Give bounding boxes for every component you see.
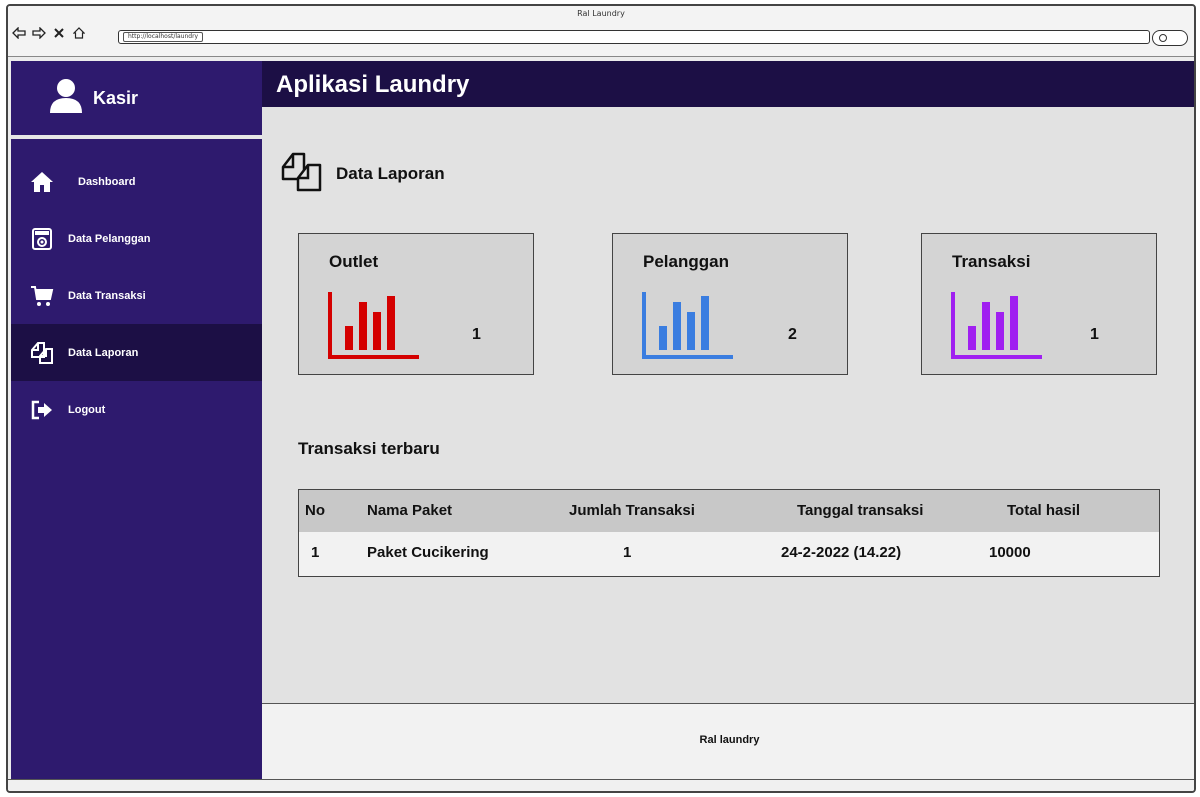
recent-transactions-title: Transaksi terbaru xyxy=(298,439,440,458)
sidebar-item-label: Dashboard xyxy=(78,175,136,188)
browser-chrome: Ral Laundry http://localhost/laundry xyxy=(8,6,1194,57)
url-text: http://localhost/laundry xyxy=(123,32,204,42)
sidebar-item-label: Data Transaksi xyxy=(68,289,146,302)
main-content: Data Laporan Outlet 1 Pelanggan 2 Transa… xyxy=(262,107,1194,703)
bar-chart-icon xyxy=(327,290,423,364)
home-page-icon[interactable] xyxy=(72,26,86,40)
table-header: No Nama Paket Jumlah Transaksi Tanggal t… xyxy=(299,490,1159,532)
page-footer: Ral laundry xyxy=(262,703,1194,779)
stat-card-pelanggan[interactable]: Pelanggan 2 xyxy=(612,233,848,375)
column-header-no: No xyxy=(305,502,325,519)
report-icon xyxy=(280,151,324,197)
stat-card-transaksi[interactable]: Transaksi 1 xyxy=(921,233,1157,375)
top-header: Aplikasi Laundry xyxy=(262,61,1194,107)
browser-window: Ral Laundry http://localhost/laundry Kas… xyxy=(6,4,1196,793)
stat-card-label: Transaksi xyxy=(952,252,1031,271)
column-header-tanggal-transaksi: Tanggal transaksi xyxy=(797,502,924,519)
sidebar-item-label: Logout xyxy=(68,403,106,416)
sidebar-divider xyxy=(11,135,262,139)
stat-card-count: 1 xyxy=(472,326,481,343)
url-bar[interactable]: http://localhost/laundry xyxy=(118,30,1150,44)
cart-icon xyxy=(30,284,54,308)
section-title-text: Data Laporan xyxy=(336,164,445,183)
sidebar-item-label: Data Pelanggan xyxy=(68,232,151,245)
footer-text: Ral laundry xyxy=(699,734,760,746)
table-cell-tanggal: 24-2-2022 (14.22) xyxy=(781,544,902,561)
user-avatar-icon xyxy=(49,78,83,118)
sidebar-item-label: Data Laporan xyxy=(68,346,139,359)
column-header-total-hasil: Total hasil xyxy=(1007,502,1081,519)
logout-icon xyxy=(30,398,54,422)
sidebar-item-data-pelanggan[interactable]: Data Pelanggan xyxy=(11,210,262,267)
user-profile: Kasir xyxy=(11,61,262,135)
page-title: Data Laporan xyxy=(280,151,445,197)
stat-card-count: 2 xyxy=(788,326,797,343)
sidebar-menu: Dashboard Data Pelanggan Data Transaksi … xyxy=(11,153,262,438)
stat-card-label: Pelanggan xyxy=(643,252,729,271)
sidebar-item-data-laporan[interactable]: Data Laporan xyxy=(11,324,262,381)
app-title: Aplikasi Laundry xyxy=(276,71,470,98)
bar-chart-icon xyxy=(950,290,1046,364)
table-cell-no: 1 xyxy=(311,544,320,561)
sidebar: Kasir Dashboard Data Pelanggan Data Tran… xyxy=(11,61,262,779)
sidebar-item-data-transaksi[interactable]: Data Transaksi xyxy=(11,267,262,324)
table-row[interactable]: 1 Paket Cucikering 1 24-2-2022 (14.22) 1… xyxy=(299,532,1159,576)
stat-card-outlet[interactable]: Outlet 1 xyxy=(298,233,534,375)
browser-nav xyxy=(12,26,86,40)
table-cell-jumlah: 1 xyxy=(623,544,632,561)
stat-card-label: Outlet xyxy=(329,252,379,271)
search-icon[interactable] xyxy=(1152,30,1188,46)
column-header-nama-paket: Nama Paket xyxy=(367,502,453,519)
stat-card-count: 1 xyxy=(1090,326,1099,343)
customer-badge-icon xyxy=(30,227,54,251)
table-cell-nama-paket: Paket Cucikering xyxy=(367,544,489,561)
back-arrow-icon[interactable] xyxy=(12,26,26,40)
report-icon xyxy=(30,341,54,365)
column-header-jumlah-transaksi: Jumlah Transaksi xyxy=(569,502,695,519)
recent-transactions-table: No Nama Paket Jumlah Transaksi Tanggal t… xyxy=(298,489,1160,577)
user-role-label: Kasir xyxy=(93,87,139,108)
home-icon xyxy=(30,170,54,194)
bar-chart-icon xyxy=(641,290,737,364)
table-cell-total: 10000 xyxy=(989,544,1031,561)
forward-arrow-icon[interactable] xyxy=(32,26,46,40)
sidebar-item-dashboard[interactable]: Dashboard xyxy=(11,153,262,210)
window-title: Ral Laundry xyxy=(577,9,625,18)
close-icon[interactable] xyxy=(52,26,66,40)
browser-status-bar xyxy=(8,779,1194,791)
sidebar-item-logout[interactable]: Logout xyxy=(11,381,262,438)
